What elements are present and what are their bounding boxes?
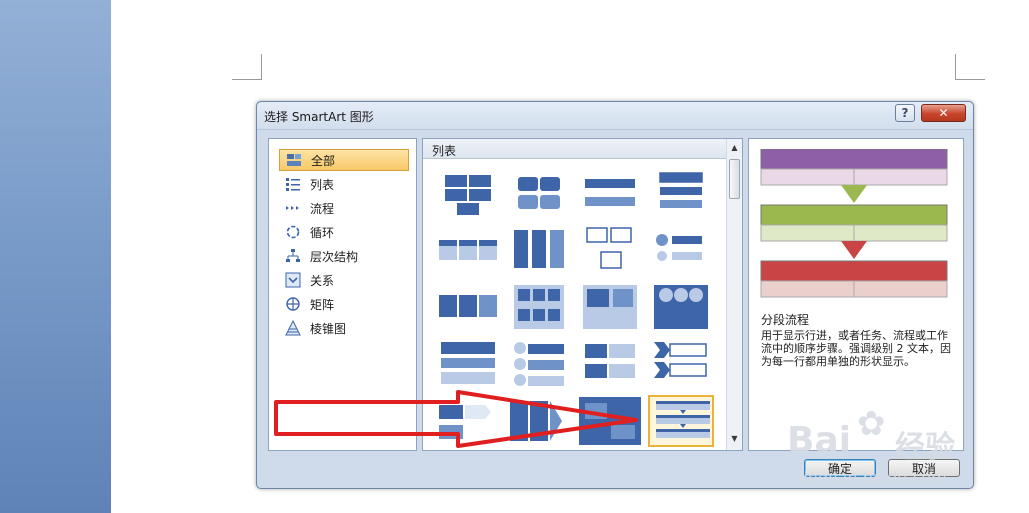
layout-thumbnail[interactable]: [648, 167, 714, 219]
category-label: 全部: [311, 153, 336, 168]
layout-thumbnail[interactable]: [506, 338, 572, 390]
layout-thumbnail[interactable]: [577, 281, 643, 333]
category-label: 循环: [310, 225, 335, 240]
close-button[interactable]: ✕: [921, 104, 966, 122]
layout-thumbnail[interactable]: [648, 395, 714, 447]
gallery-header: 列表: [423, 139, 728, 159]
category-label: 棱锥图: [310, 321, 347, 336]
watermark-url: jingyan.baidu.com: [799, 468, 947, 487]
layout-thumbnail[interactable]: [435, 281, 501, 333]
layout-thumbnail[interactable]: [648, 224, 714, 276]
category-label: 列表: [310, 177, 335, 192]
watermark-brand: Bai: [787, 420, 852, 461]
pyramid-icon: [284, 319, 302, 337]
matrix-icon: [284, 295, 302, 313]
crop-mark-left: [232, 54, 262, 80]
watermark-brand2: 经验: [895, 430, 955, 465]
process-icon: [284, 199, 302, 217]
layout-thumbnail[interactable]: [435, 338, 501, 390]
dialog-title: 选择 SmartArt 图形: [264, 110, 374, 124]
baidu-watermark: Bai ✿ 经验 jingyan.baidu.com: [787, 398, 997, 498]
scroll-down-icon[interactable]: ▼: [729, 432, 740, 446]
category-label: 关系: [310, 273, 335, 288]
relationship-icon: [284, 271, 302, 289]
category-hierarchy[interactable]: 层次结构: [279, 245, 409, 267]
paw-icon: ✿: [857, 404, 886, 444]
category-relationship[interactable]: 关系: [279, 269, 409, 291]
layout-thumbnail[interactable]: [506, 224, 572, 276]
preview-description: 用于显示行进，或者任务、流程或工作流中的顺序步骤。强调级别 2 文本，因为每一行…: [761, 329, 951, 368]
document-sidebar: [0, 0, 111, 513]
scroll-up-icon[interactable]: ▲: [729, 141, 740, 155]
category-label: 流程: [310, 201, 335, 216]
annotation-arrow: [274, 390, 638, 448]
layout-thumbnail[interactable]: [648, 338, 714, 390]
layout-thumbnail[interactable]: [648, 281, 714, 333]
category-pyramid[interactable]: 棱锥图: [279, 317, 409, 339]
help-icon: ?: [901, 106, 909, 120]
preview-image: [759, 148, 949, 302]
list-icon: [284, 175, 302, 193]
category-label: 层次结构: [310, 249, 359, 264]
gallery-title: 列表: [432, 144, 457, 158]
category-label: 矩阵: [310, 297, 335, 312]
all-icon: [285, 151, 303, 169]
layout-thumbnail[interactable]: [506, 167, 572, 219]
layout-thumbnail[interactable]: [577, 167, 643, 219]
category-cycle[interactable]: 循环: [279, 221, 409, 243]
category-process[interactable]: 流程: [279, 197, 409, 219]
gallery-scrollbar[interactable]: ▲ ▼: [726, 139, 742, 450]
preview-name: 分段流程: [761, 313, 810, 327]
layout-thumbnail[interactable]: [506, 281, 572, 333]
scroll-thumb[interactable]: [729, 159, 740, 199]
layout-thumbnail[interactable]: [577, 338, 643, 390]
layout-thumbnail[interactable]: [435, 167, 501, 219]
dialog-titlebar: 选择 SmartArt 图形 ? ✕: [257, 102, 973, 130]
crop-mark-right: [955, 54, 985, 80]
layout-thumbnail[interactable]: [435, 224, 501, 276]
layout-thumbnail[interactable]: [577, 224, 643, 276]
category-all[interactable]: 全部: [279, 149, 409, 171]
cycle-icon: [284, 223, 302, 241]
category-matrix[interactable]: 矩阵: [279, 293, 409, 315]
close-icon: ✕: [938, 106, 949, 120]
help-button[interactable]: ?: [895, 104, 915, 122]
hierarchy-icon: [284, 247, 302, 265]
category-list-item[interactable]: 列表: [279, 173, 409, 195]
